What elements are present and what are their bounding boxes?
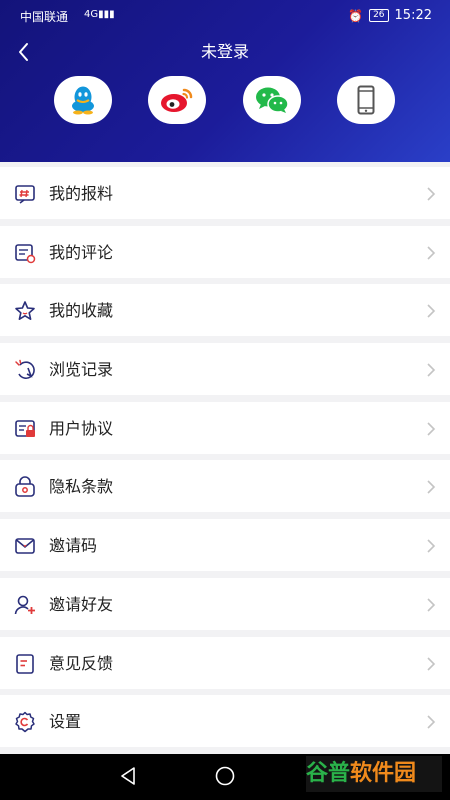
nav-back-icon[interactable]	[118, 765, 138, 787]
nav-home-icon[interactable]	[214, 765, 236, 787]
settings-icon	[15, 711, 35, 733]
signal-icon: 4G▮▮▮	[84, 9, 115, 20]
menu-item-privacy-terms[interactable]: 隐私条款	[0, 460, 450, 513]
agreement-icon	[15, 419, 35, 437]
menu-item-user-agreement[interactable]: 用户协议	[0, 401, 450, 454]
phone-login-button[interactable]	[337, 76, 395, 124]
menu-item-label: 邀请好友	[49, 594, 114, 614]
menu-item-label: 设置	[49, 712, 82, 732]
chevron-right-icon	[427, 656, 436, 671]
menu-item-invite-code[interactable]: 邀请码	[0, 519, 450, 572]
menu-item-my-reports[interactable]: 我的报料	[0, 167, 450, 219]
menu-item-label: 我的收藏	[49, 301, 114, 321]
page-title: 未登录	[200, 42, 249, 61]
menu-item-browse-history[interactable]: 浏览记录	[0, 343, 450, 396]
chevron-right-icon	[427, 422, 436, 436]
clock: 15:22	[394, 8, 432, 23]
chevron-right-icon	[427, 480, 436, 495]
chevron-right-icon	[427, 187, 436, 201]
weibo-login-button[interactable]	[148, 76, 206, 124]
chevron-right-icon	[427, 304, 436, 318]
alarm-icon: ⏰	[348, 8, 364, 23]
phone-icon	[357, 85, 375, 115]
watermark-text-a: 谷普	[306, 761, 351, 786]
status-right: ⏰ 26 15:22	[348, 8, 432, 23]
menu-item-label: 用户协议	[49, 418, 114, 438]
wechat-icon	[256, 87, 289, 113]
profile-header: 中国联通 4G▮▮▮ ⏰ 26 15:22 未登录	[0, 0, 450, 162]
battery-icon: 26	[369, 9, 389, 22]
menu-item-my-favorites[interactable]: 我的收藏	[0, 284, 450, 337]
watermark-text-b: 软件园	[350, 761, 417, 786]
chevron-right-icon	[427, 539, 436, 553]
feedback-icon	[16, 653, 34, 674]
menu-item-label: 邀请码	[49, 536, 98, 556]
star-icon	[15, 301, 35, 321]
menu-item-label: 意见反馈	[49, 653, 114, 673]
invite-friend-icon	[14, 595, 35, 614]
privacy-icon	[15, 476, 35, 498]
menu-item-my-comments[interactable]: 我的评论	[0, 225, 450, 278]
report-icon	[15, 185, 35, 204]
menu-item-feedback[interactable]: 意见反馈	[0, 636, 450, 689]
qq-login-button[interactable]	[54, 76, 112, 124]
menu-item-label: 我的评论	[49, 242, 114, 262]
network-label: 4G	[84, 9, 99, 20]
menu-item-invite-friends[interactable]: 邀请好友	[0, 577, 450, 630]
menu-item-settings[interactable]: 设置	[0, 695, 450, 748]
comment-icon	[15, 243, 36, 263]
qq-icon	[72, 86, 94, 115]
carrier-label: 中国联通	[20, 10, 69, 24]
chevron-right-icon	[427, 715, 436, 729]
watermark-logo: 谷普软件园	[306, 756, 442, 792]
history-icon	[15, 359, 35, 380]
wechat-login-button[interactable]	[243, 76, 301, 124]
chevron-right-icon	[427, 246, 436, 260]
menu-item-label: 隐私条款	[49, 477, 114, 497]
menu-list: 我的报料 我的评论 我的收藏 浏览记录 用户协议 隐私条款 邀请码 邀请好友 意…	[0, 167, 450, 754]
menu-item-label: 浏览记录	[49, 360, 114, 380]
chevron-right-icon	[427, 598, 436, 612]
weibo-icon	[161, 88, 193, 112]
status-bar: 中国联通 4G▮▮▮ ⏰ 26 15:22	[0, 0, 450, 32]
chevron-right-icon	[427, 363, 436, 377]
invite-code-icon	[15, 538, 35, 554]
menu-item-label: 我的报料	[49, 184, 114, 203]
